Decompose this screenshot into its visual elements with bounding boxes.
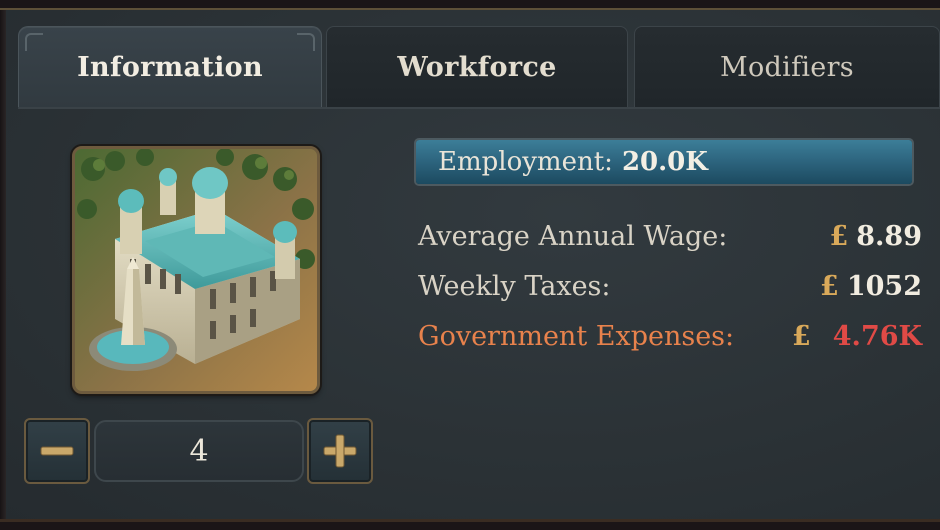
government-expenses-value: £ 4.76K: [792, 321, 922, 352]
tab-modifiers-label: Modifiers: [720, 51, 854, 83]
tab-information[interactable]: Information: [18, 26, 322, 108]
weekly-taxes-value: £ 1052: [820, 271, 922, 302]
increase-button[interactable]: [307, 418, 373, 484]
weekly-taxes-label: Weekly Taxes:: [418, 270, 611, 302]
average-annual-wage-row: Average Annual Wage: £ 8.89: [418, 216, 922, 256]
government-administration-building-icon: [75, 149, 317, 391]
tab-modifiers[interactable]: Modifiers: [634, 26, 940, 108]
average-annual-wage-amount: 8.89: [856, 220, 922, 252]
pound-icon: £: [791, 320, 811, 352]
decrease-button[interactable]: [24, 418, 90, 484]
building-level-field[interactable]: 4: [94, 420, 304, 482]
tab-divider: [18, 107, 940, 109]
tab-information-label: Information: [77, 52, 263, 83]
weekly-taxes-amount: 1052: [846, 270, 922, 302]
government-expenses-row: Government Expenses: £ 4.76K: [418, 316, 922, 356]
minus-icon: [40, 446, 74, 456]
employment-text: Employment: 20.0K: [438, 140, 708, 184]
employment-label: Employment:: [438, 147, 613, 177]
employment-value: 20.0K: [621, 147, 708, 177]
building-info-panel: Information Workforce Modifiers 4 Employ…: [0, 8, 940, 522]
building-level-value: 4: [189, 433, 209, 469]
building-image: [72, 146, 320, 394]
average-annual-wage-value: £ 8.89: [829, 221, 922, 252]
average-annual-wage-label: Average Annual Wage:: [418, 220, 728, 252]
tab-workforce-label: Workforce: [397, 51, 557, 83]
government-expenses-amount: 4.76K: [832, 320, 922, 352]
pound-icon: £: [829, 220, 849, 252]
weekly-taxes-row: Weekly Taxes: £ 1052: [418, 266, 922, 306]
plus-icon: [323, 434, 357, 468]
tab-workforce[interactable]: Workforce: [326, 26, 628, 108]
government-expenses-label: Government Expenses:: [418, 320, 735, 352]
employment-bar: Employment: 20.0K: [414, 138, 914, 186]
pound-icon: £: [820, 270, 839, 302]
